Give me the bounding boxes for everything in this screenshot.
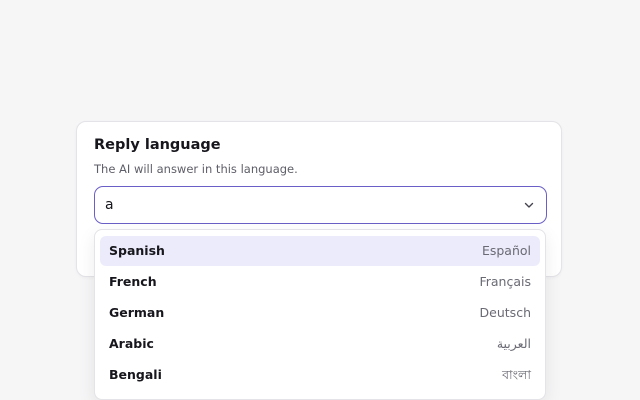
card-title: Reply language	[94, 137, 221, 153]
option-spanish[interactable]: Spanish Español	[100, 236, 540, 266]
option-name: Spanish	[109, 243, 165, 258]
option-native-name: Français	[479, 274, 531, 289]
option-name: Bengali	[109, 367, 162, 382]
option-name: German	[109, 305, 165, 320]
language-listbox: Spanish Español French Français German D…	[94, 229, 546, 400]
card-subtitle: The AI will answer in this language.	[94, 162, 298, 176]
option-bengali[interactable]: Bengali বাংলা	[100, 360, 540, 390]
option-native-name: Español	[481, 243, 531, 258]
language-search-input[interactable]	[105, 193, 505, 217]
option-native-name: Deutsch	[479, 305, 531, 320]
option-german[interactable]: German Deutsch	[100, 298, 540, 328]
option-native-name: বাংলা	[502, 367, 531, 382]
language-combobox[interactable]	[94, 186, 547, 224]
option-name: French	[109, 274, 157, 289]
option-french[interactable]: French Français	[100, 267, 540, 297]
chevron-down-icon[interactable]	[523, 199, 535, 211]
option-native-name: العربية	[496, 336, 531, 351]
option-arabic[interactable]: Arabic العربية	[100, 329, 540, 359]
option-name: Arabic	[109, 336, 154, 351]
